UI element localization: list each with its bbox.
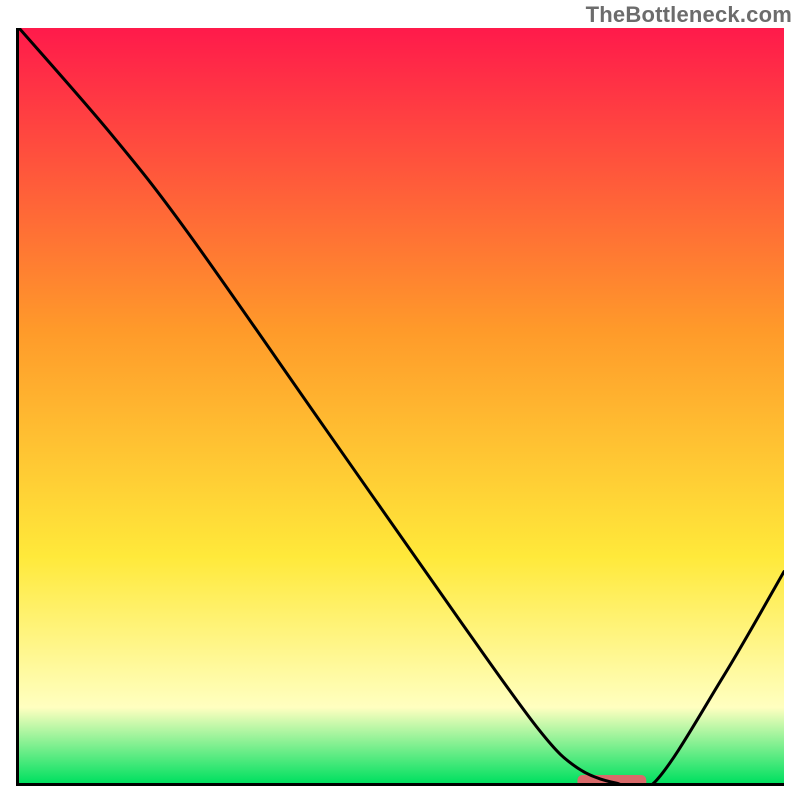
gradient-background: [19, 28, 784, 783]
plot-svg: [19, 28, 784, 783]
watermark-text: TheBottleneck.com: [586, 2, 792, 28]
chart-canvas: TheBottleneck.com: [0, 0, 800, 800]
